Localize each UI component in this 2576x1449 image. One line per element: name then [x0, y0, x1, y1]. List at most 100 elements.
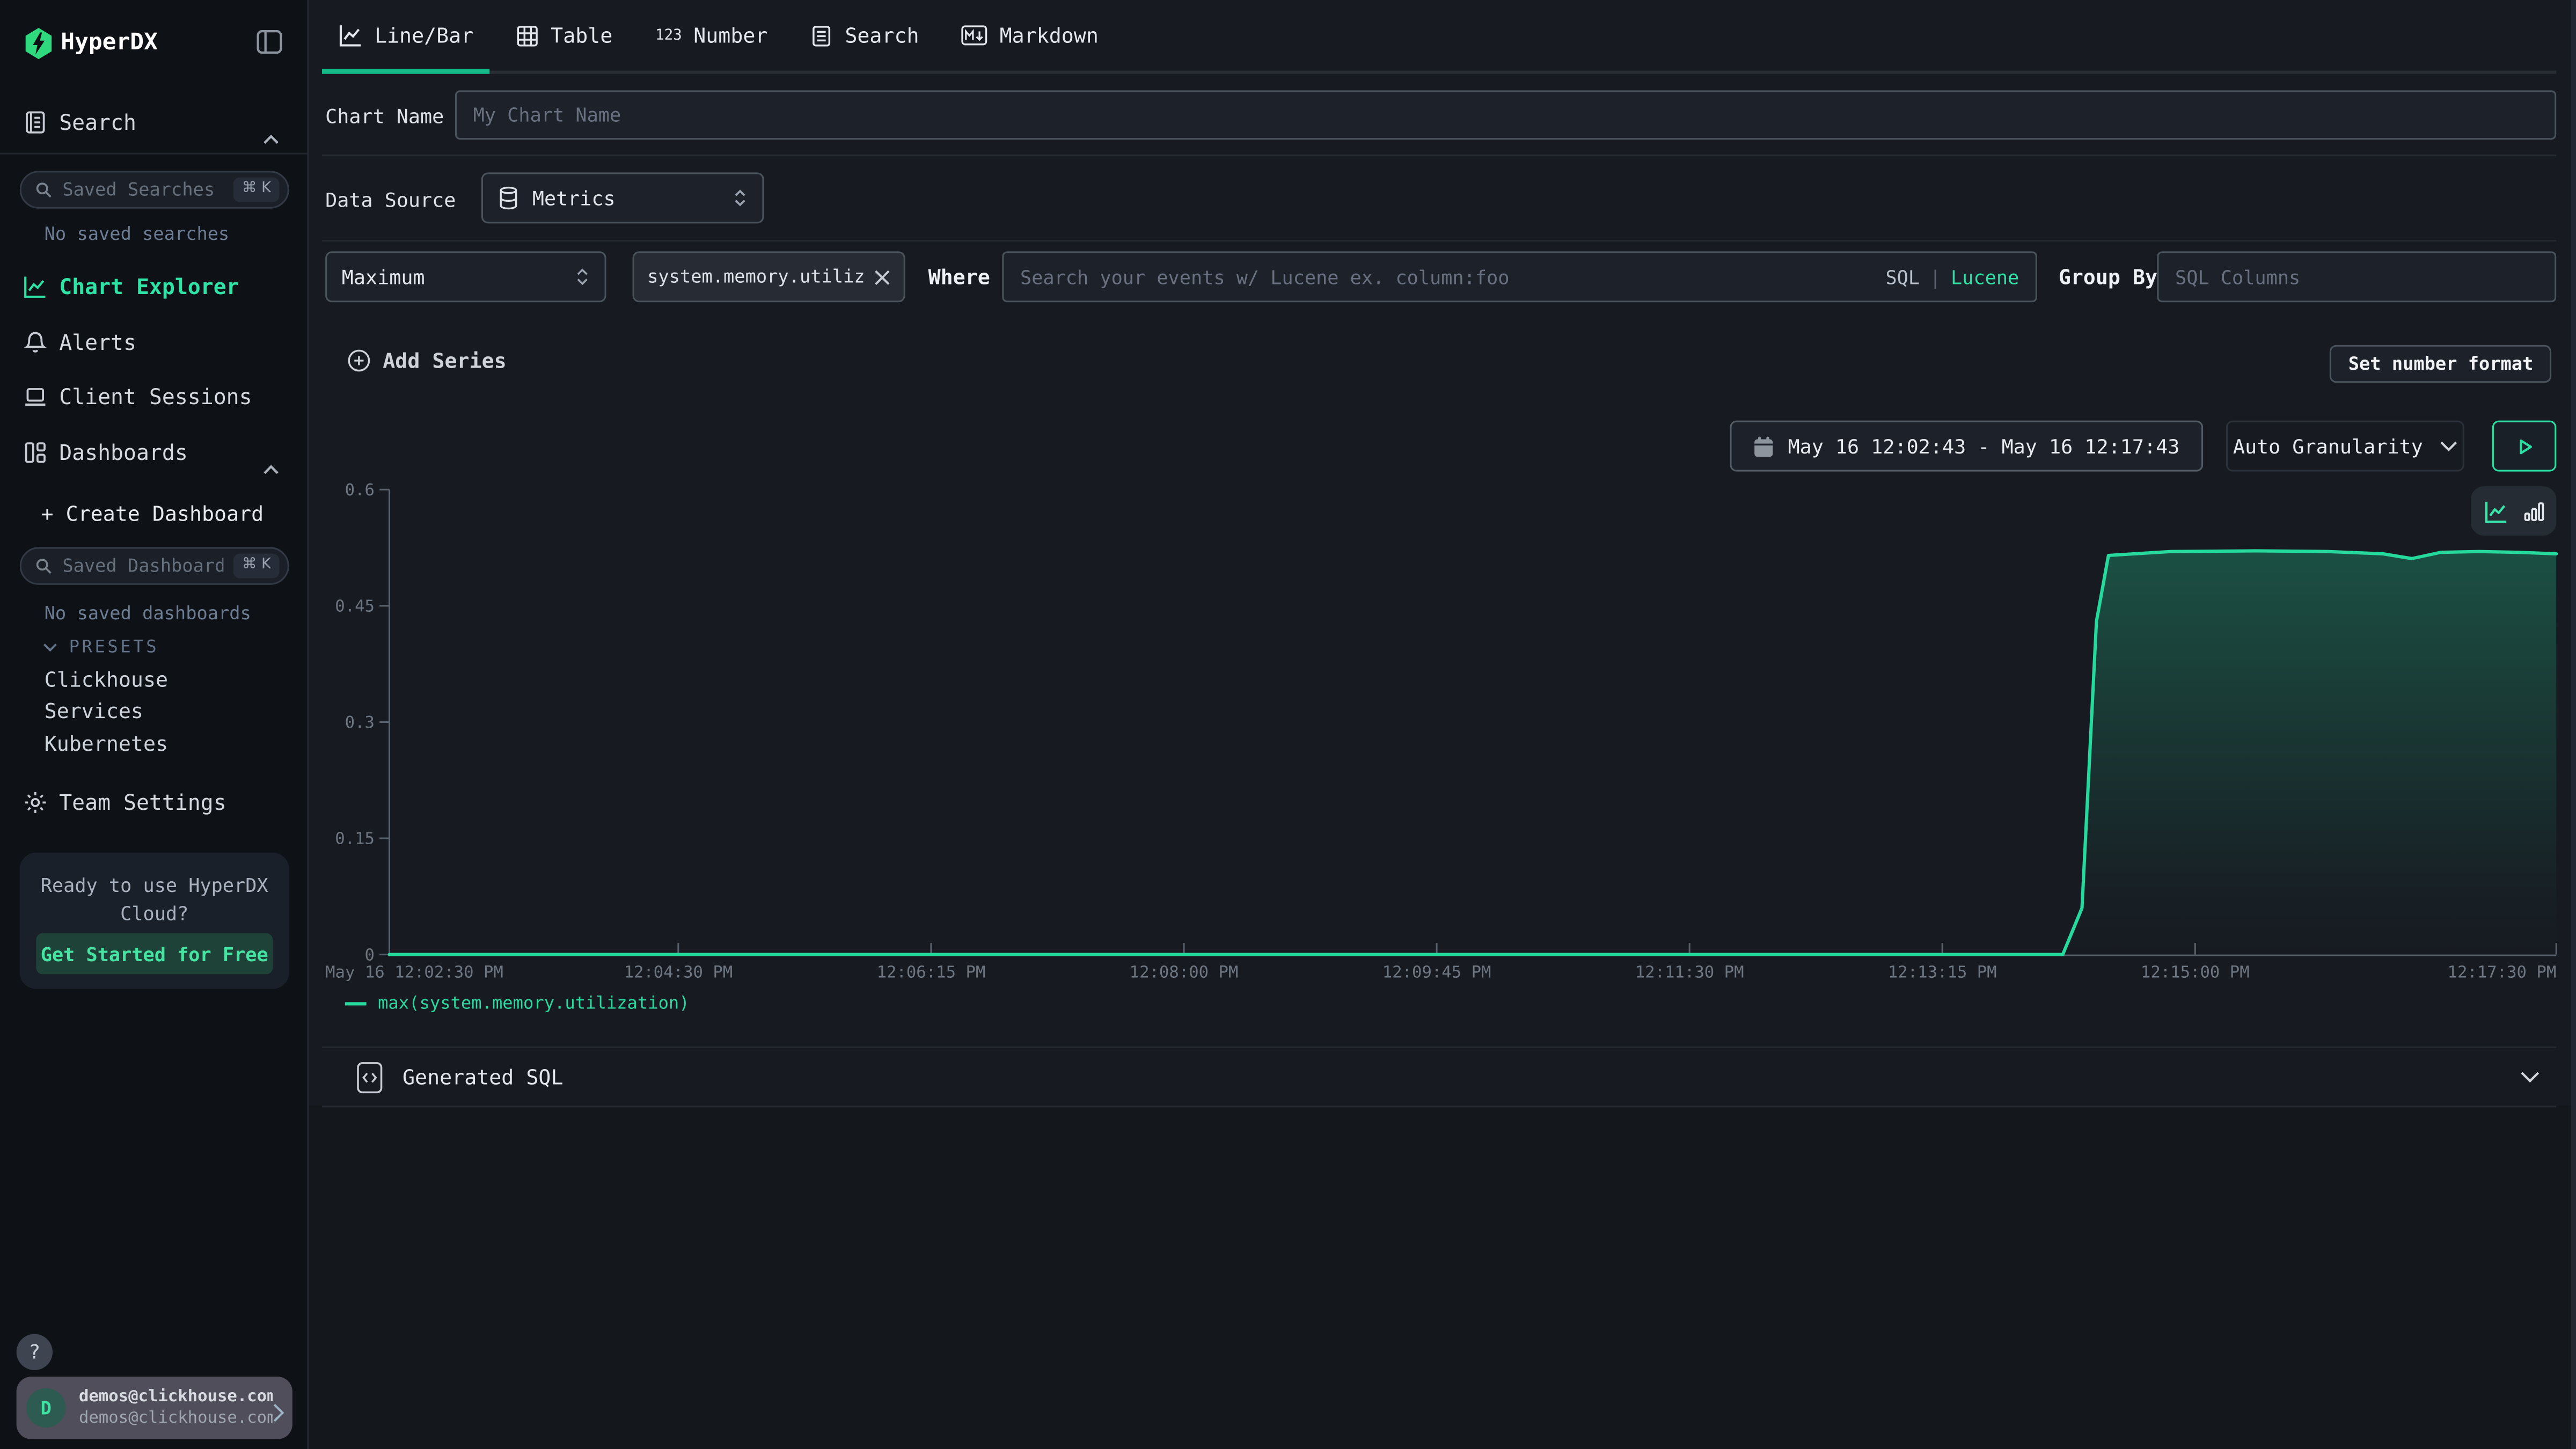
saved-dashboards-input[interactable] [62, 555, 224, 577]
presets-toggle[interactable]: PRESETS [43, 638, 159, 657]
saved-searches-search[interactable]: ⌘ K [20, 171, 289, 208]
cloud-promo-card: Ready to use HyperDX Cloud? Get Started … [20, 853, 289, 989]
preset-item-kubernetes[interactable]: Kubernetes [45, 731, 168, 756]
tab-markdown[interactable]: Markdown [946, 0, 1115, 71]
x-tick-label: 12:11:30 PM [1635, 963, 1744, 982]
metric-tag[interactable]: system.memory.utilization [633, 251, 905, 302]
app-window: HyperDX Search [0, 0, 2576, 1449]
close-icon[interactable] [874, 269, 891, 286]
date-range-picker[interactable]: May 16 12:02:43 - May 16 12:17:43 [1730, 421, 2203, 472]
shortcut-badge: ⌘ K [233, 554, 279, 579]
chart-name-row: Chart Name [322, 74, 2556, 156]
main-content: Line/Bar Table 123 Number [309, 0, 2576, 1449]
add-series-label: Add Series [383, 348, 506, 373]
database-icon [498, 186, 519, 210]
avatar: D [26, 1388, 65, 1428]
timeseries-chart[interactable]: 00.150.30.450.6May 16 12:02:30 PM12:04:3… [309, 473, 2576, 986]
data-source-value: Metrics [532, 186, 616, 209]
sidebar-item-label: Search [59, 112, 136, 136]
saved-dashboards-search[interactable]: ⌘ K [20, 547, 289, 584]
sidebar-item-dashboards[interactable]: Dashboards [0, 435, 307, 474]
circle-plus-icon [347, 348, 371, 373]
chart-toolbar: May 16 12:02:43 - May 16 12:17:43 Auto G… [322, 421, 2556, 472]
y-tick-label: 0.45 [335, 597, 375, 616]
aggregation-select[interactable]: Maximum [325, 251, 606, 302]
sidebar-item-label: Dashboards [59, 442, 188, 466]
x-tick-label: 12:06:15 PM [877, 963, 986, 982]
create-dashboard-button[interactable]: + Create Dashboard [41, 501, 264, 526]
chevron-down-icon[interactable] [2520, 1071, 2540, 1082]
granularity-value: Auto Granularity [2233, 435, 2423, 458]
sidebar-item-chart-explorer[interactable]: Chart Explorer [0, 269, 307, 309]
metric-tag-label: system.memory.utilization [647, 266, 864, 288]
aggregation-value: Maximum [342, 265, 425, 288]
get-started-button[interactable]: Get Started for Free [36, 933, 273, 975]
user-email: demos@clickhouse.com [79, 1388, 273, 1407]
user-menu[interactable]: D demos@clickhouse.com demos@clickhouse.… [17, 1377, 292, 1439]
dashboard-layout-icon [23, 440, 48, 471]
gear-icon [23, 790, 48, 821]
preset-item-clickhouse[interactable]: Clickhouse [45, 667, 168, 692]
toggle-separator: | [1929, 265, 1941, 288]
tab-search[interactable]: Search [794, 0, 935, 71]
logo-row: HyperDX [0, 23, 307, 66]
shortcut-badge: ⌘ K [233, 178, 279, 202]
y-tick-label: 0 [365, 946, 375, 964]
group-by-label: Group By [2059, 265, 2157, 289]
tab-line-bar[interactable]: Line/Bar [322, 0, 490, 71]
scrollbar[interactable] [2571, 0, 2576, 1449]
group-by-input[interactable] [2157, 251, 2556, 302]
tab-label: Line/Bar [375, 23, 473, 48]
x-tick-label: 12:08:00 PM [1130, 963, 1239, 982]
laptop-icon [23, 384, 48, 415]
select-updown-icon [733, 187, 748, 209]
sidebar-item-label: Chart Explorer [59, 276, 239, 301]
tab-table[interactable]: Table [500, 0, 629, 71]
granularity-select[interactable]: Auto Granularity [2226, 421, 2464, 472]
no-saved-searches-text: No saved searches [45, 223, 230, 245]
lucene-toggle[interactable]: Lucene [1951, 265, 2019, 288]
chart-name-input[interactable] [455, 90, 2556, 140]
screen: HyperDX Search [0, 0, 2576, 1449]
x-tick-label: 12:15:00 PM [2141, 963, 2250, 982]
chevron-up-icon[interactable] [263, 120, 280, 151]
saved-searches-input[interactable] [62, 179, 224, 201]
search-icon [34, 181, 53, 199]
where-input[interactable] [1004, 265, 1885, 288]
data-source-select[interactable]: Metrics [481, 172, 764, 223]
legend-line-swatch [345, 1002, 367, 1005]
sql-toggle[interactable]: SQL [1885, 265, 1920, 288]
hyperdx-logo-icon [23, 26, 54, 68]
sidebar-item-team-settings[interactable]: Team Settings [0, 785, 307, 824]
sidebar-item-alerts[interactable]: Alerts [0, 325, 307, 364]
x-tick-label: 12:04:30 PM [624, 963, 733, 982]
sidebar: HyperDX Search [0, 0, 309, 1449]
calendar-icon [1753, 435, 1775, 458]
chart-type-tabbar: Line/Bar Table 123 Number [322, 0, 2556, 74]
no-saved-dashboards-text: No saved dashboards [45, 603, 251, 624]
help-button[interactable]: ? [17, 1334, 53, 1370]
search-icon [34, 557, 53, 575]
chevron-up-icon[interactable] [263, 450, 280, 481]
series-area [390, 551, 2557, 954]
x-tick-label: 12:13:15 PM [1888, 963, 1997, 982]
add-series-button[interactable]: Add Series [347, 348, 507, 373]
tab-number[interactable]: 123 Number [639, 0, 784, 71]
sidebar-item-label: Team Settings [59, 792, 226, 817]
chevron-right-icon [273, 1398, 284, 1429]
preset-item-services[interactable]: Services [45, 698, 143, 723]
chart-legend[interactable]: max(system.memory.utilization) [345, 994, 690, 1014]
y-tick-label: 0.6 [345, 481, 375, 500]
sidebar-item-search[interactable]: Search [0, 105, 307, 144]
generated-sql-section[interactable]: Generated SQL [322, 1046, 2556, 1107]
tab-label: Table [551, 23, 612, 48]
presets-label: PRESETS [69, 638, 159, 657]
number-123-icon: 123 [655, 27, 682, 44]
play-icon [2514, 436, 2534, 456]
legend-label: max(system.memory.utilization) [378, 994, 690, 1014]
sidebar-collapse-icon[interactable] [257, 30, 283, 61]
set-number-format-button[interactable]: Set number format [2330, 345, 2551, 383]
data-source-row: Data Source Metrics [322, 156, 2556, 241]
run-query-button[interactable] [2492, 421, 2556, 472]
sidebar-item-client-sessions[interactable]: Client Sessions [0, 379, 307, 419]
